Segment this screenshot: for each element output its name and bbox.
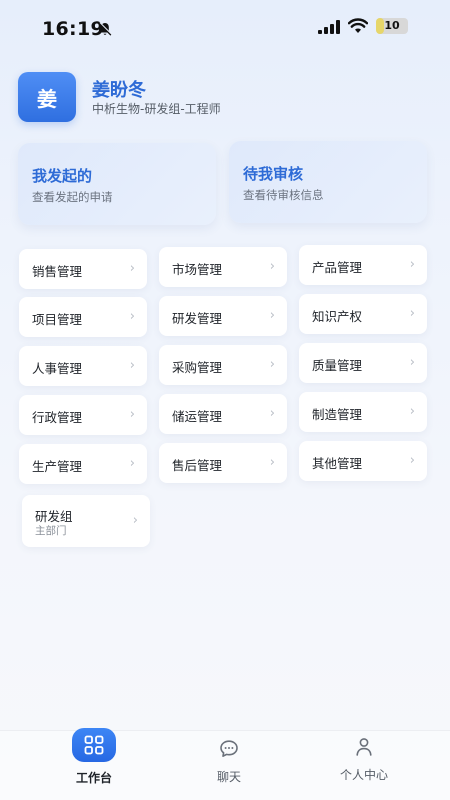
module-quality[interactable]: 质量管理 › bbox=[299, 343, 427, 383]
module-label: 人事管理 bbox=[32, 361, 83, 376]
module-label: 市场管理 bbox=[172, 262, 223, 277]
signal-icon bbox=[318, 20, 340, 34]
module-manufacturing[interactable]: 制造管理 › bbox=[299, 392, 427, 432]
module-ip[interactable]: 知识产权 › bbox=[299, 294, 427, 334]
department-card[interactable]: 研发组 主部门 › bbox=[22, 495, 150, 547]
module-label: 采购管理 bbox=[172, 360, 223, 375]
module-label: 知识产权 bbox=[312, 309, 363, 324]
user-name: 姜盼冬 bbox=[92, 80, 146, 101]
module-label: 行政管理 bbox=[32, 410, 83, 425]
module-after-sales[interactable]: 售后管理 › bbox=[159, 443, 287, 483]
chevron-right-icon: › bbox=[269, 357, 275, 372]
status-time: 16:19 bbox=[42, 18, 104, 40]
module-rnd[interactable]: 研发管理 › bbox=[159, 296, 287, 336]
chevron-right-icon: › bbox=[409, 257, 415, 272]
module-production[interactable]: 生产管理 › bbox=[19, 444, 147, 484]
module-label: 研发管理 bbox=[172, 311, 223, 326]
module-label: 项目管理 bbox=[32, 312, 83, 327]
pending-review-card[interactable]: 待我审核 查看待审核信息 bbox=[229, 141, 427, 223]
module-purchasing[interactable]: 采购管理 › bbox=[159, 345, 287, 385]
pending-review-subtitle: 查看待审核信息 bbox=[243, 188, 324, 202]
user-role: 中析生物-研发组-工程师 bbox=[92, 102, 221, 116]
wifi-icon bbox=[348, 18, 368, 33]
chevron-right-icon: › bbox=[409, 355, 415, 370]
tab-profile[interactable]: 个人中心 bbox=[309, 731, 419, 800]
chevron-right-icon: › bbox=[269, 455, 275, 470]
person-icon bbox=[356, 738, 372, 756]
avatar[interactable]: 姜 bbox=[18, 72, 76, 122]
tab-workbench-label: 工作台 bbox=[75, 771, 112, 785]
module-marketing[interactable]: 市场管理 › bbox=[159, 247, 287, 287]
chevron-right-icon: › bbox=[269, 308, 275, 323]
battery-icon: 10 bbox=[376, 18, 408, 34]
chevron-right-icon: › bbox=[129, 261, 135, 276]
chevron-right-icon: › bbox=[269, 259, 275, 274]
chevron-right-icon: › bbox=[409, 453, 415, 468]
chevron-right-icon: › bbox=[409, 306, 415, 321]
chevron-right-icon: › bbox=[409, 404, 415, 419]
tab-profile-label: 个人中心 bbox=[339, 768, 388, 782]
module-other[interactable]: 其他管理 › bbox=[299, 441, 427, 481]
chevron-right-icon: › bbox=[129, 309, 135, 324]
module-label: 储运管理 bbox=[172, 409, 223, 424]
chevron-right-icon: › bbox=[269, 406, 275, 421]
module-logistics[interactable]: 储运管理 › bbox=[159, 394, 287, 434]
grid-icon bbox=[72, 728, 116, 762]
module-label: 销售管理 bbox=[32, 264, 83, 279]
tab-chat[interactable]: 聊天 bbox=[174, 731, 284, 800]
chat-bubble-icon bbox=[220, 740, 238, 757]
module-label: 售后管理 bbox=[172, 458, 223, 473]
module-label: 质量管理 bbox=[312, 358, 363, 373]
chevron-right-icon: › bbox=[129, 358, 135, 373]
my-requests-card[interactable]: 我发起的 查看发起的申请 bbox=[18, 143, 216, 225]
chevron-right-icon: › bbox=[129, 456, 135, 471]
chevron-right-icon: › bbox=[129, 407, 135, 422]
status-bar: 16:19 10 bbox=[0, 0, 450, 56]
module-label: 生产管理 bbox=[32, 459, 83, 474]
module-label: 其他管理 bbox=[312, 456, 363, 471]
tab-chat-label: 聊天 bbox=[216, 770, 241, 784]
battery-level: 10 bbox=[384, 19, 400, 32]
pending-review-title: 待我审核 bbox=[243, 165, 304, 183]
department-subtitle: 主部门 bbox=[35, 525, 67, 537]
module-product[interactable]: 产品管理 › bbox=[299, 245, 427, 285]
module-project[interactable]: 项目管理 › bbox=[19, 297, 147, 337]
my-requests-subtitle: 查看发起的申请 bbox=[32, 190, 113, 204]
module-hr[interactable]: 人事管理 › bbox=[19, 346, 147, 386]
chevron-right-icon: › bbox=[132, 513, 138, 528]
bell-off-icon bbox=[98, 22, 113, 36]
tab-workbench[interactable]: 工作台 bbox=[39, 728, 149, 800]
module-sales[interactable]: 销售管理 › bbox=[19, 249, 147, 289]
module-admin[interactable]: 行政管理 › bbox=[19, 395, 147, 435]
module-label: 产品管理 bbox=[312, 260, 363, 275]
module-label: 制造管理 bbox=[312, 407, 363, 422]
bottom-nav: 工作台 聊天 个人中心 bbox=[0, 728, 450, 800]
my-requests-title: 我发起的 bbox=[32, 167, 93, 185]
